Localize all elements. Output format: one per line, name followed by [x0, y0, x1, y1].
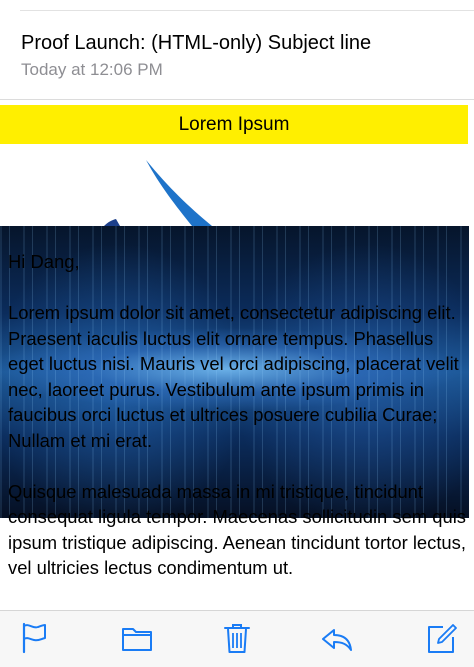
email-banner: Lorem Ipsum: [0, 105, 468, 144]
header-divider: [0, 99, 474, 100]
compose-icon: [428, 624, 457, 653]
logo-image: [0, 144, 474, 226]
email-body: Hi Dang, Lorem ipsum dolor sit amet, con…: [8, 249, 470, 581]
reply-button[interactable]: [320, 621, 354, 655]
flag-icon: [22, 622, 46, 654]
compose-button[interactable]: [425, 621, 459, 655]
delete-button[interactable]: [220, 621, 254, 655]
message-subject: Proof Launch: (HTML-only) Subject line: [21, 32, 372, 54]
trash-icon: [224, 624, 250, 653]
body-paragraph-2: Quisque malesuada massa in mi tristique,…: [8, 480, 466, 579]
greeting-text: Hi Dang,: [8, 251, 80, 272]
bottom-toolbar: [0, 610, 474, 667]
top-separator: [20, 10, 474, 11]
message-date: Today at 12:06 PM: [21, 60, 163, 79]
move-to-folder-button[interactable]: [120, 621, 154, 655]
banner-text: Lorem Ipsum: [178, 113, 290, 135]
flag-button[interactable]: [17, 621, 51, 655]
body-paragraph-1: Lorem ipsum dolor sit amet, consectetur …: [8, 302, 459, 451]
reply-icon: [322, 629, 352, 651]
folder-icon: [122, 628, 152, 651]
